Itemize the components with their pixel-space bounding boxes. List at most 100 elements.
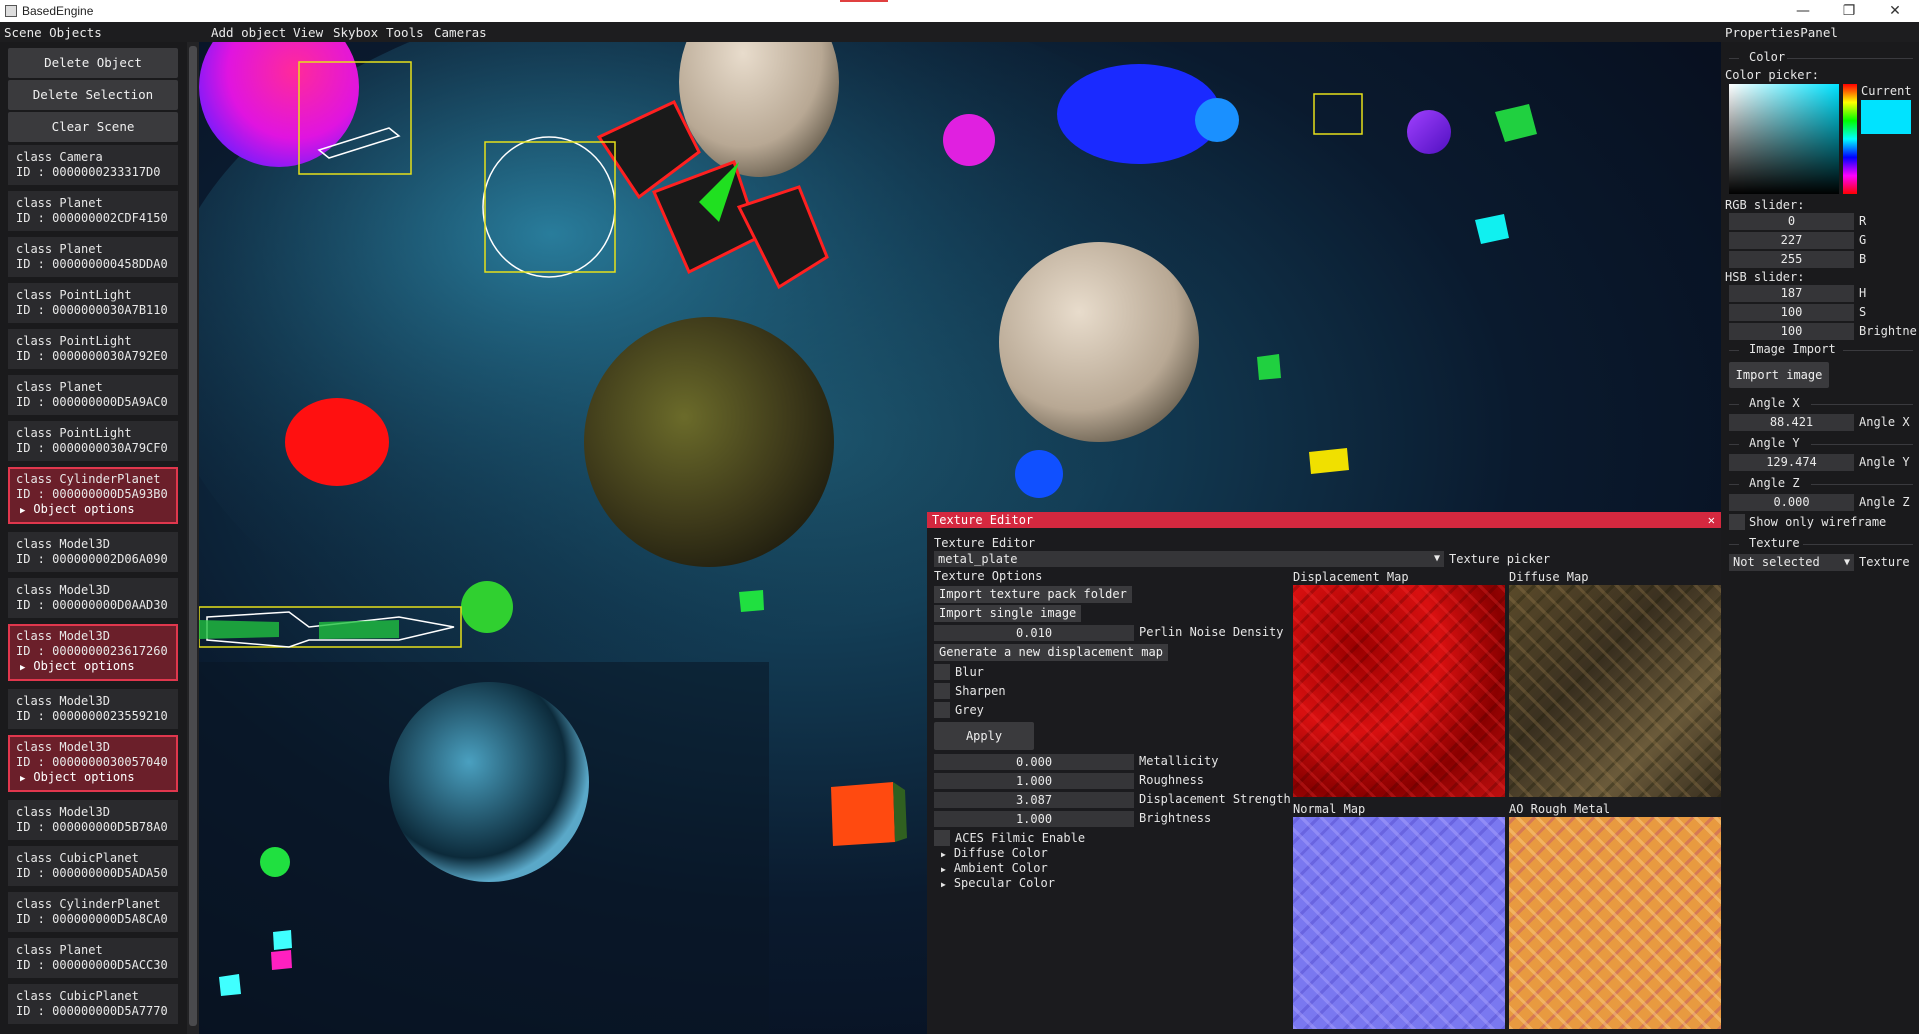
rgb-slider-label: RGB slider: xyxy=(1725,198,1805,212)
minimize-button[interactable]: — xyxy=(1780,2,1826,20)
object-class: class Planet xyxy=(16,380,103,394)
h-slider[interactable]: 187 xyxy=(1729,285,1854,302)
angle-x-slider[interactable]: 88.421 xyxy=(1729,414,1854,431)
texture-editor-titlebar[interactable]: Texture Editor ✕ xyxy=(927,512,1721,528)
displacement-map-label: Displacement Map xyxy=(1293,570,1409,584)
scene-object-item[interactable]: class Planet ID : 000000000D5A9AC0 xyxy=(8,375,178,415)
satellite-panel-left xyxy=(199,620,279,639)
scene-objects-panel: Delete Object Delete Selection Clear Sce… xyxy=(0,42,187,1034)
hue-slider[interactable] xyxy=(1843,84,1857,194)
title-accent xyxy=(840,0,888,2)
apply-button[interactable]: Apply xyxy=(934,722,1034,750)
angle-y-label: Angle Y xyxy=(1859,455,1910,469)
aces-checkbox[interactable] xyxy=(934,830,950,846)
delete-object-button[interactable]: Delete Object xyxy=(8,48,178,78)
generate-displacement-button[interactable]: Generate a new displacement map xyxy=(934,644,1168,661)
window-title: BasedEngine xyxy=(22,4,94,18)
angle-x-header[interactable]: Angle X xyxy=(1749,396,1800,410)
texture-header[interactable]: Texture xyxy=(1749,536,1800,550)
import-image-button[interactable]: Import image xyxy=(1729,362,1829,388)
brightness-slider[interactable]: 1.000 xyxy=(934,811,1134,827)
menu-cameras[interactable]: Cameras xyxy=(434,25,487,40)
object-id: ID : 000000000D5A9AC0 xyxy=(16,395,168,409)
roughness-slider[interactable]: 1.000 xyxy=(934,773,1134,789)
scene-object-item[interactable]: class CylinderPlanet ID : 000000000D5A8CA… xyxy=(8,892,178,932)
specular-color-tree[interactable]: Specular Color xyxy=(941,876,1055,890)
scene-object-item[interactable]: class PointLight ID : 0000000030A7B110 xyxy=(8,283,178,323)
angle-z-slider[interactable]: 0.000 xyxy=(1729,494,1854,511)
import-texture-pack-button[interactable]: Import texture pack folder xyxy=(934,586,1132,603)
scene-object-item[interactable]: class Planet ID : 000000002CDF4150 xyxy=(8,191,178,231)
normal-map-image[interactable] xyxy=(1293,817,1505,1029)
color-picker-square[interactable] xyxy=(1729,84,1839,194)
scene-object-item[interactable]: class Model3DID : 0000000030057040Object… xyxy=(8,735,178,792)
scene-object-item[interactable]: class CylinderPlanet ID : 000000000D5A93B… xyxy=(8,467,178,524)
object-options-tree[interactable]: Object options xyxy=(16,502,170,519)
brightness-hsb-slider[interactable]: 100 xyxy=(1729,323,1854,340)
scene-object-item[interactable]: class Model3D ID : 000000000D5B78A0 xyxy=(8,800,178,840)
scene-object-item[interactable]: class Camera ID : 0000000233317D0 xyxy=(8,145,178,185)
metallicity-slider[interactable]: 0.000 xyxy=(934,754,1134,770)
scene-object-item[interactable]: class Planet ID : 000000000458DDA0 xyxy=(8,237,178,277)
object-options-tree[interactable]: Object options xyxy=(16,659,170,676)
object-id: ID : 0000000030A79CF0 xyxy=(16,441,168,455)
r-slider[interactable]: 0 xyxy=(1729,213,1854,230)
scene-object-item[interactable]: class PointLight ID : 0000000030A79CF0 xyxy=(8,421,178,461)
object-class: class PointLight xyxy=(16,426,132,440)
menu-bar: Scene Objects Add object View Skybox Too… xyxy=(0,22,1919,42)
roughness-label: Roughness xyxy=(1139,773,1205,787)
delete-selection-button[interactable]: Delete Selection xyxy=(8,80,178,110)
import-single-image-button[interactable]: Import single image xyxy=(934,605,1082,622)
menu-tools[interactable]: Tools xyxy=(386,25,424,40)
texture-editor-title: Texture Editor xyxy=(932,513,1034,527)
scene-object-item[interactable]: class Model3D ID : 000000000D0AAD30 xyxy=(8,578,178,618)
scene-object-item[interactable]: class CubicPlanet ID : 000000000D5A7770 xyxy=(8,984,178,1024)
scene-object-item[interactable]: class Model3DID : 0000000023617260Object… xyxy=(8,624,178,681)
angle-y-slider[interactable]: 129.474 xyxy=(1729,454,1854,471)
perlin-density-slider[interactable]: 0.010 xyxy=(934,625,1134,641)
b-slider[interactable]: 255 xyxy=(1729,251,1854,268)
g-slider[interactable]: 227 xyxy=(1729,232,1854,249)
grey-checkbox[interactable] xyxy=(934,702,950,718)
color-section-header[interactable]: Color xyxy=(1749,50,1785,64)
object-class: class Model3D xyxy=(16,537,110,551)
sharpen-checkbox[interactable] xyxy=(934,683,950,699)
displacement-strength-slider[interactable]: 3.087 xyxy=(934,792,1134,808)
close-button[interactable]: ✕ xyxy=(1872,2,1918,20)
menu-view[interactable]: View xyxy=(293,25,323,40)
scene-object-item[interactable]: class Planet ID : 000000000D5ACC30 xyxy=(8,938,178,978)
diffuse-map-image[interactable] xyxy=(1509,585,1721,797)
s-slider[interactable]: 100 xyxy=(1729,304,1854,321)
scene-list-scrollbar[interactable] xyxy=(187,42,199,1034)
image-import-header[interactable]: Image Import xyxy=(1749,342,1836,356)
texture-select[interactable]: Not selected ▼ xyxy=(1729,554,1854,571)
wireframe-checkbox[interactable] xyxy=(1729,514,1745,530)
texture-editor-close-icon[interactable]: ✕ xyxy=(1708,512,1715,528)
texture-picker-select[interactable]: metal_plate ▼ xyxy=(934,551,1444,567)
texture-select-value: Not selected xyxy=(1733,555,1820,569)
displacement-map-image[interactable] xyxy=(1293,585,1505,797)
diffuse-color-tree[interactable]: Diffuse Color xyxy=(941,846,1048,860)
blur-checkbox[interactable] xyxy=(934,664,950,680)
anglez-sep-left xyxy=(1729,484,1739,485)
chevron-down-icon: ▼ xyxy=(1433,553,1440,564)
window-title-bar: BasedEngine — ❐ ✕ xyxy=(0,0,1919,22)
texture-picker-label: Texture picker xyxy=(1449,552,1551,566)
angle-z-header[interactable]: Angle Z xyxy=(1749,476,1800,490)
ao-texture xyxy=(1509,817,1721,1029)
maximize-button[interactable]: ❐ xyxy=(1826,2,1872,20)
object-options-tree[interactable]: Object options xyxy=(16,770,170,787)
scene-object-item[interactable]: class Model3D ID : 0000000023559210 xyxy=(8,689,178,729)
ambient-color-tree[interactable]: Ambient Color xyxy=(941,861,1048,875)
texture-editor-heading: Texture Editor xyxy=(934,536,1036,550)
ao-map-image[interactable] xyxy=(1509,817,1721,1029)
scrollbar-thumb[interactable] xyxy=(189,46,197,1026)
menu-skybox[interactable]: Skybox xyxy=(333,25,378,40)
menu-add-object[interactable]: Add object xyxy=(211,25,286,40)
scene-object-item[interactable]: class PointLight ID : 0000000030A792E0 xyxy=(8,329,178,369)
scene-object-item[interactable]: class Model3D ID : 000000002D06A090 xyxy=(8,532,178,572)
clear-scene-button[interactable]: Clear Scene xyxy=(8,112,178,142)
scene-object-item[interactable]: class CubicPlanet ID : 000000000D5ADA50 xyxy=(8,846,178,886)
object-id: ID : 0000000233317D0 xyxy=(16,165,161,179)
angle-y-header[interactable]: Angle Y xyxy=(1749,436,1800,450)
